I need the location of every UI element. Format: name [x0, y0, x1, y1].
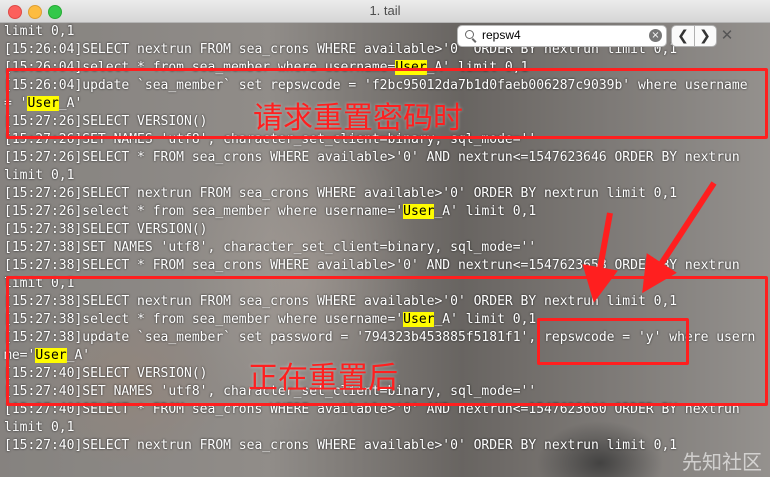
- terminal-window: 1. tail limit 0,1 [15:26:04]SELECT nextru…: [0, 0, 770, 477]
- clear-search-icon[interactable]: ×: [649, 29, 662, 42]
- find-bar: × ❮ ❯ ✕: [457, 25, 765, 47]
- find-previous-button[interactable]: ❮: [672, 26, 695, 46]
- watermark: 先知社区: [682, 450, 762, 474]
- terminal-output[interactable]: limit 0,1 [15:26:04]SELECT nextrun FROM s…: [0, 23, 770, 477]
- find-input[interactable]: [482, 27, 632, 43]
- title-bar: 1. tail: [0, 0, 770, 23]
- find-next-button[interactable]: ❯: [694, 26, 716, 46]
- close-find-icon[interactable]: ✕: [719, 25, 735, 45]
- find-navigation: ❮ ❯: [671, 25, 717, 47]
- window-title: 1. tail: [369, 3, 401, 18]
- search-icon: [465, 30, 474, 39]
- arrow-annotations: [582, 181, 717, 303]
- find-field[interactable]: ×: [457, 25, 667, 47]
- arrow-2: [642, 181, 717, 294]
- arrow-1: [582, 212, 618, 303]
